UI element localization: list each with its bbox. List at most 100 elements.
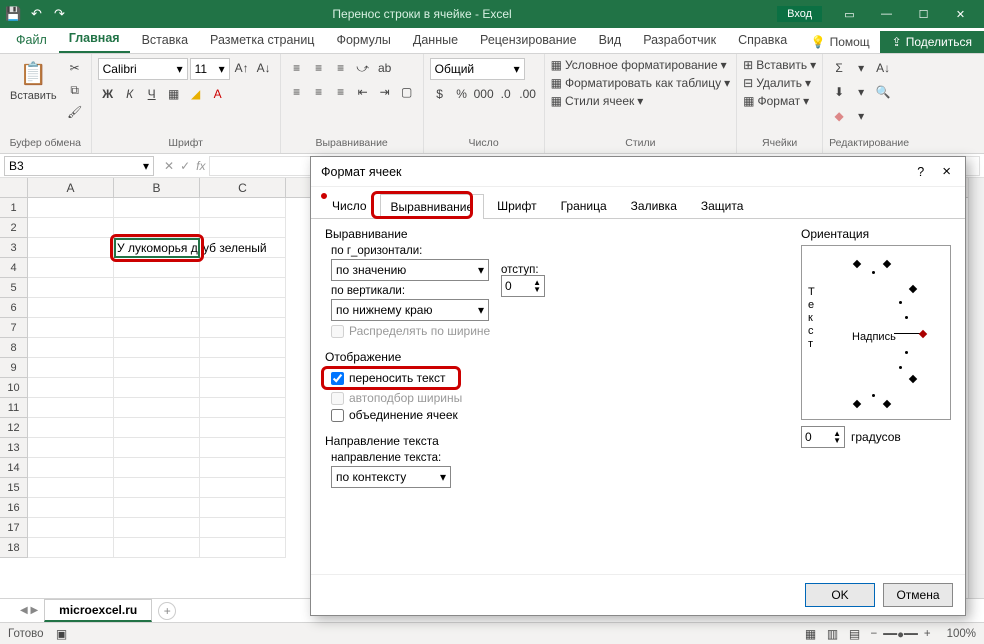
paste-button[interactable]: 📋 Вставить	[6, 58, 61, 122]
grow-font-icon[interactable]: A↑	[232, 58, 252, 78]
cell[interactable]	[28, 298, 114, 318]
cell[interactable]	[28, 398, 114, 418]
cell[interactable]	[28, 518, 114, 538]
minimize-icon[interactable]: —	[869, 4, 904, 24]
cell[interactable]	[28, 218, 114, 238]
cell[interactable]	[28, 338, 114, 358]
cell[interactable]	[28, 198, 114, 218]
degrees-spinner[interactable]: 0▲▼	[801, 426, 845, 448]
font-color-icon[interactable]: A	[208, 84, 228, 104]
text-direction-select[interactable]: по контексту▾	[331, 466, 451, 488]
cancel-button[interactable]: Отмена	[883, 583, 953, 607]
cell[interactable]	[200, 258, 286, 278]
row-header[interactable]: 15	[0, 478, 28, 498]
row-header[interactable]: 10	[0, 378, 28, 398]
vertical-align-select[interactable]: по нижнему краю▾	[331, 299, 489, 321]
indent-spinner[interactable]: 0▲▼	[501, 275, 545, 297]
cell[interactable]	[114, 278, 200, 298]
col-header-c[interactable]: C	[200, 178, 286, 197]
tellme-search[interactable]: 💡Помощ	[803, 31, 878, 53]
row-header[interactable]: 9	[0, 358, 28, 378]
cell[interactable]	[114, 298, 200, 318]
dialog-tab-border[interactable]: Граница	[550, 193, 618, 218]
decrease-indent-icon[interactable]: ⇤	[353, 82, 373, 102]
row-header[interactable]: 13	[0, 438, 28, 458]
row-header[interactable]: 6	[0, 298, 28, 318]
row-header[interactable]: 2	[0, 218, 28, 238]
cell[interactable]	[114, 218, 200, 238]
row-header[interactable]: 12	[0, 418, 28, 438]
border-icon[interactable]: ▦	[164, 84, 184, 104]
macro-record-icon[interactable]: ▣	[52, 624, 72, 644]
cell[interactable]	[28, 478, 114, 498]
cell[interactable]	[28, 378, 114, 398]
wrap-text-icon[interactable]: ab	[375, 58, 395, 78]
zoom-slider[interactable]: ━━●━━	[883, 627, 918, 641]
increase-decimal-icon[interactable]: .0	[496, 84, 516, 104]
cell[interactable]	[200, 478, 286, 498]
cell[interactable]	[28, 318, 114, 338]
tab-formulas[interactable]: Формулы	[326, 29, 400, 53]
zoom-in-icon[interactable]: +	[924, 628, 931, 640]
cell[interactable]	[28, 438, 114, 458]
tab-layout[interactable]: Разметка страниц	[200, 29, 324, 53]
cell[interactable]	[114, 358, 200, 378]
share-button[interactable]: ⇪Поделиться	[880, 31, 984, 53]
align-center-icon[interactable]: ≡	[309, 82, 329, 102]
row-header[interactable]: 3	[0, 238, 28, 258]
fill-color-icon[interactable]: ◢	[186, 84, 206, 104]
cell[interactable]: уб зеленый	[200, 238, 286, 258]
tab-home[interactable]: Главная	[59, 27, 130, 53]
increase-indent-icon[interactable]: ⇥	[375, 82, 395, 102]
cell[interactable]	[114, 438, 200, 458]
cell[interactable]	[200, 518, 286, 538]
cell[interactable]	[200, 198, 286, 218]
row-header[interactable]: 18	[0, 538, 28, 558]
cell[interactable]	[200, 278, 286, 298]
fx-icon[interactable]: fx	[196, 159, 205, 173]
cell[interactable]	[28, 458, 114, 478]
underline-button[interactable]: Ч	[142, 84, 162, 104]
align-middle-icon[interactable]: ≡	[309, 58, 329, 78]
login-button[interactable]: Вход	[777, 6, 822, 22]
new-sheet-button[interactable]: +	[158, 602, 176, 620]
merge-cells-checkbox[interactable]: объединение ячеек	[331, 408, 781, 422]
cell[interactable]	[114, 478, 200, 498]
align-bottom-icon[interactable]: ≡	[331, 58, 351, 78]
zoom-out-icon[interactable]: −	[871, 628, 878, 640]
tab-data[interactable]: Данные	[403, 29, 468, 53]
tab-developer[interactable]: Разработчик	[633, 29, 726, 53]
cell[interactable]	[200, 358, 286, 378]
cell[interactable]	[200, 498, 286, 518]
cell[interactable]	[114, 538, 200, 558]
row-header[interactable]: 16	[0, 498, 28, 518]
font-name-select[interactable]: Calibri▾	[98, 58, 188, 80]
cell[interactable]	[28, 238, 114, 258]
format-painter-icon[interactable]: 🖌	[65, 102, 85, 122]
ribbon-options-icon[interactable]: ▭	[832, 4, 867, 24]
font-size-select[interactable]: 11▾	[190, 58, 230, 80]
undo-icon[interactable]: ↶	[29, 7, 44, 22]
cell[interactable]	[114, 378, 200, 398]
tab-view[interactable]: Вид	[589, 29, 632, 53]
chevron-down-icon[interactable]: ▾	[851, 58, 871, 78]
dialog-close-button[interactable]: ×	[938, 163, 955, 180]
save-icon[interactable]: 💾	[6, 7, 21, 22]
orientation-handle[interactable]	[919, 330, 927, 338]
row-header[interactable]: 1	[0, 198, 28, 218]
close-icon[interactable]: ✕	[943, 4, 978, 24]
comma-icon[interactable]: 000	[474, 84, 494, 104]
row-header[interactable]: 14	[0, 458, 28, 478]
number-format-select[interactable]: Общий▾	[430, 58, 525, 80]
chevron-down-icon[interactable]: ▾	[851, 106, 871, 126]
fill-icon[interactable]: ⬇	[829, 82, 849, 102]
page-layout-view-icon[interactable]: ▥	[823, 624, 843, 644]
cut-icon[interactable]: ✂	[65, 58, 85, 78]
tab-review[interactable]: Рецензирование	[470, 29, 587, 53]
cell[interactable]	[200, 298, 286, 318]
format-cells-button[interactable]: ▦Формат▾	[743, 94, 816, 108]
cancel-icon[interactable]: ✕	[164, 159, 174, 173]
cell[interactable]	[114, 418, 200, 438]
insert-cells-button[interactable]: ⊞Вставить▾	[743, 58, 816, 72]
dialog-tab-protection[interactable]: Защита	[690, 193, 755, 218]
